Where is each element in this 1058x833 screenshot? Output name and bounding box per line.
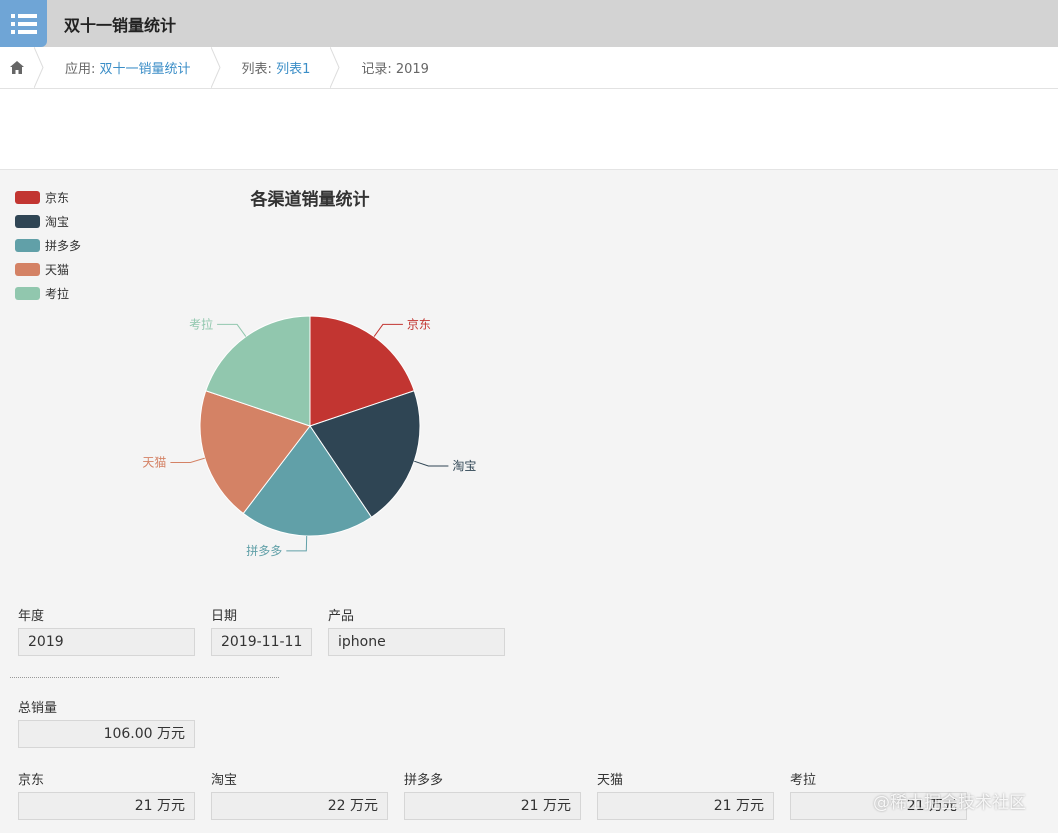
pie-label: 淘宝 bbox=[452, 459, 476, 473]
chart-title: 各渠道销量统计 bbox=[250, 189, 370, 210]
channel-label-taobao: 淘宝 bbox=[211, 773, 238, 788]
pie-label-line bbox=[170, 457, 205, 463]
pie-chart: 各渠道销量统计 京东 淘宝 拼多多 天猫 考拉 京东 淘宝 拼多多 天猫 考拉 bbox=[0, 170, 620, 590]
legend-label: 考拉 bbox=[45, 286, 69, 301]
app-title: 双十一销量统计 bbox=[64, 15, 177, 35]
date-label: 日期 bbox=[211, 609, 238, 624]
pie-label: 考拉 bbox=[189, 316, 213, 331]
date-field[interactable]: 2019-11-11 bbox=[211, 628, 312, 656]
breadcrumb-app: 应用: 双十一销量统计 bbox=[44, 47, 211, 88]
channel-field-tmall[interactable]: 21 万元 bbox=[597, 792, 774, 820]
breadcrumb-separator-icon bbox=[210, 47, 221, 88]
top-bar: 双十一销量统计 bbox=[0, 0, 1058, 47]
pie-label-line bbox=[414, 460, 449, 467]
channel-label-tmall: 天猫 bbox=[597, 773, 624, 788]
channel-field-jd[interactable]: 21 万元 bbox=[18, 792, 195, 820]
legend-swatch bbox=[15, 239, 40, 252]
channel-field-taobao[interactable]: 22 万元 bbox=[211, 792, 388, 820]
pie-label: 拼多多 bbox=[246, 544, 282, 558]
list-icon[interactable] bbox=[0, 0, 47, 47]
pie-label: 天猫 bbox=[142, 456, 166, 470]
breadcrumb-separator-icon bbox=[34, 47, 44, 88]
breadcrumb-list-prefix: 列表: bbox=[241, 62, 272, 77]
legend-swatch bbox=[15, 191, 40, 204]
breadcrumb-separator-icon bbox=[330, 47, 340, 88]
legend-label: 天猫 bbox=[45, 263, 69, 277]
legend-label: 京东 bbox=[45, 191, 69, 205]
breadcrumb: 应用: 双十一销量统计 列表: 列表1 记录: 2019 bbox=[0, 47, 1058, 89]
form-divider bbox=[10, 677, 279, 678]
chart-legend: 京东淘宝拼多多天猫考拉 bbox=[15, 191, 81, 301]
channel-label-kaola: 考拉 bbox=[790, 773, 817, 788]
legend-swatch bbox=[15, 263, 40, 276]
breadcrumb-app-prefix: 应用: bbox=[65, 62, 96, 77]
year-label: 年度 bbox=[18, 609, 45, 624]
pie-label-line bbox=[373, 323, 403, 337]
legend-swatch bbox=[15, 215, 40, 228]
breadcrumb-app-link[interactable]: 双十一销量统计 bbox=[100, 58, 191, 77]
pie-label-line bbox=[217, 323, 247, 337]
total-sales-field[interactable]: 106.00 万元 bbox=[18, 720, 195, 748]
toolbar-area bbox=[0, 89, 1058, 170]
breadcrumb-list: 列表: 列表1 bbox=[221, 47, 331, 88]
year-field[interactable]: 2019 bbox=[18, 628, 195, 656]
pie-label-line bbox=[286, 535, 308, 552]
channel-label-jd: 京东 bbox=[18, 773, 45, 788]
watermark: @稀土掘金技术社区 bbox=[873, 793, 1026, 813]
breadcrumb-home[interactable] bbox=[0, 47, 34, 88]
legend-label: 拼多多 bbox=[45, 239, 81, 253]
product-field[interactable]: iphone bbox=[328, 628, 505, 656]
product-label: 产品 bbox=[328, 609, 355, 624]
breadcrumb-record: 记录: 2019 bbox=[361, 62, 429, 77]
legend-label: 淘宝 bbox=[45, 215, 69, 229]
legend-swatch bbox=[15, 287, 40, 300]
channel-field-pdd[interactable]: 21 万元 bbox=[404, 792, 581, 820]
breadcrumb-list-link[interactable]: 列表1 bbox=[276, 58, 310, 77]
channel-label-pdd: 拼多多 bbox=[404, 773, 444, 788]
pie-slices bbox=[199, 315, 421, 537]
total-sales-label: 总销量 bbox=[18, 701, 58, 716]
pie-chart-svg: 各渠道销量统计 京东淘宝拼多多天猫考拉 京东淘宝拼多多天猫考拉 bbox=[15, 189, 476, 558]
pie-label: 京东 bbox=[407, 317, 431, 331]
home-icon bbox=[10, 61, 24, 74]
